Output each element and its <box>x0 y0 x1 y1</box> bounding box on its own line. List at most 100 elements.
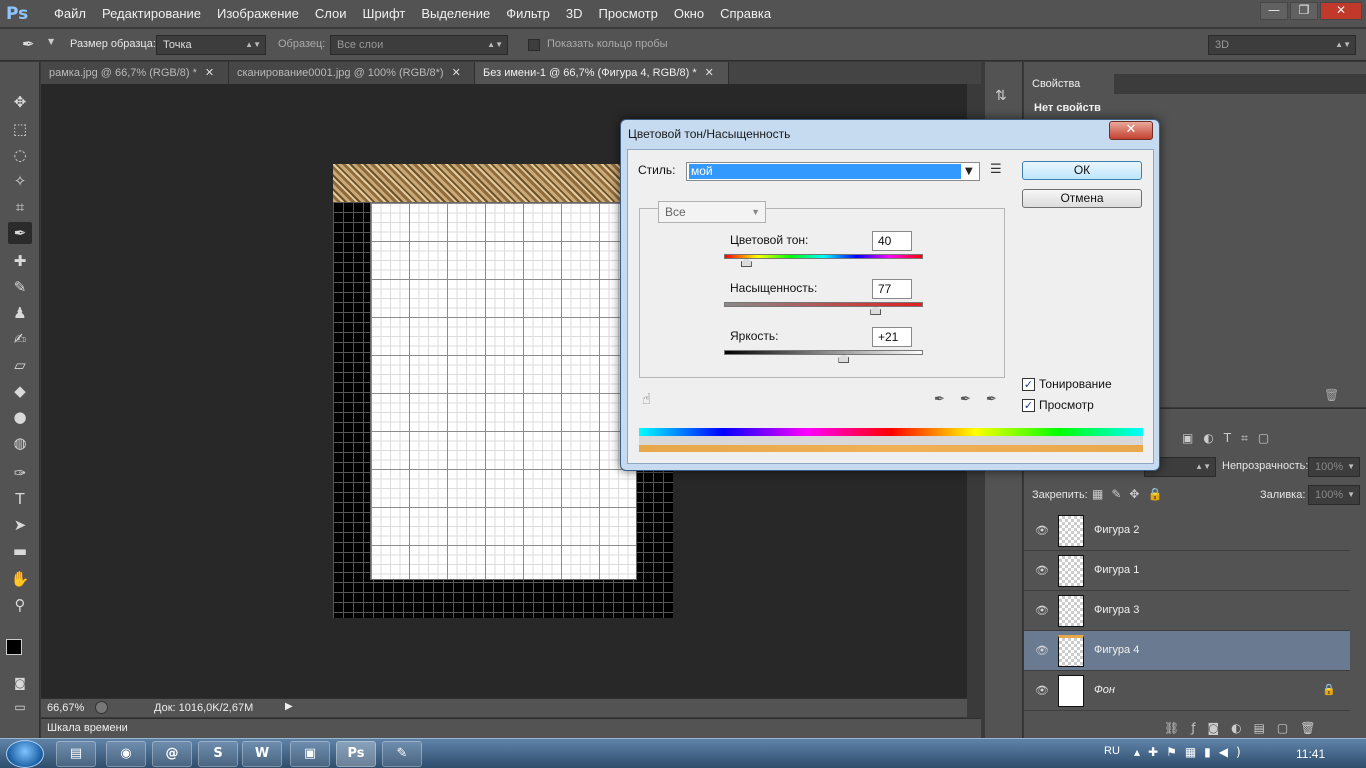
eyedropper-icon[interactable]: ✒ <box>934 392 945 407</box>
menu-3d[interactable]: 3D <box>558 0 591 28</box>
move-tool-icon[interactable]: ✥ <box>8 91 32 113</box>
layer-bottom-actions[interactable]: ⛓ƒ◙◐▤▢🗑 <box>1164 721 1327 735</box>
preview-checkbox[interactable]: ✓ <box>1022 399 1035 412</box>
trash-icon[interactable]: 🗑 <box>1324 388 1339 402</box>
restore-button[interactable]: ❐ <box>1290 2 1318 20</box>
menu-view[interactable]: Просмотр <box>591 0 666 28</box>
eraser-tool-icon[interactable]: ▱ <box>8 354 32 376</box>
blur-tool-icon[interactable]: ● <box>8 406 32 428</box>
lightness-slider-track[interactable] <box>724 350 923 355</box>
menu-select[interactable]: Выделение <box>413 0 498 28</box>
tray-icons[interactable]: ▴✚⚑▦▮◀) <box>1134 745 1249 759</box>
ok-button[interactable]: ОК <box>1022 161 1142 180</box>
menu-filter[interactable]: Фильтр <box>498 0 558 28</box>
eyedropper-tool-icon[interactable]: ✒ <box>22 35 35 53</box>
sample-select[interactable]: Все слои ▲▼ <box>330 35 508 55</box>
stamp-tool-icon[interactable]: ♟ <box>8 302 32 324</box>
menu-help[interactable]: Справка <box>712 0 779 28</box>
layer-row-shape-3[interactable]: 👁 Фигура 3 <box>1024 591 1350 631</box>
photoshop-icon[interactable]: Ps <box>336 741 376 767</box>
language-indicator[interactable]: RU <box>1104 745 1120 757</box>
close-window-button[interactable]: ✕ <box>1320 2 1362 20</box>
brush-tool-icon[interactable]: ✎ <box>8 276 32 298</box>
network-icon[interactable]: @ <box>152 741 192 767</box>
healing-tool-icon[interactable]: ✚ <box>8 250 32 272</box>
zoom-level[interactable]: 66,67% <box>47 702 84 714</box>
bucket-tool-icon[interactable]: ◆ <box>8 380 32 402</box>
cancel-button[interactable]: Отмена <box>1022 189 1142 208</box>
quick-select-tool-icon[interactable]: ✧ <box>8 170 32 192</box>
colorize-checkbox[interactable]: ✓ <box>1022 378 1035 391</box>
eyedropper-plus-icon[interactable]: ✒ <box>960 392 971 407</box>
fill-input[interactable]: 100% ▼ <box>1308 485 1360 505</box>
hue-input[interactable]: 40 <box>872 231 912 251</box>
paint-icon[interactable]: ✎ <box>382 741 422 767</box>
skype-icon[interactable]: S <box>198 741 238 767</box>
opacity-input[interactable]: 100% ▼ <box>1308 457 1360 477</box>
lasso-tool-icon[interactable]: ◌ <box>8 144 32 166</box>
quick-mask-icon[interactable]: ◙ <box>8 672 32 694</box>
tab-properties[interactable]: Свойства <box>1024 74 1114 94</box>
saturation-slider-track[interactable] <box>724 302 923 307</box>
eye-icon[interactable]: 👁 <box>1034 603 1050 619</box>
preset-options-icon[interactable]: ☰ <box>990 162 1002 177</box>
eye-icon[interactable]: 👁 <box>1034 563 1050 579</box>
word-icon[interactable]: W <box>242 741 282 767</box>
eye-icon[interactable]: 👁 <box>1034 683 1050 699</box>
marquee-tool-icon[interactable]: ⬚ <box>8 118 32 140</box>
dodge-tool-icon[interactable]: ◍ <box>8 432 32 454</box>
screen-mode-icon[interactable]: ▭ <box>8 696 32 718</box>
timeline-label[interactable]: Шкала времени <box>47 722 128 734</box>
workspace-select[interactable]: 3D ▲▼ <box>1208 35 1356 55</box>
style-select[interactable]: мой ▼ <box>686 162 980 181</box>
eye-icon[interactable]: 👁 <box>1034 523 1050 539</box>
tool-preset-chevron-icon[interactable]: ▼ <box>48 37 54 46</box>
pen-tool-icon[interactable]: ✑ <box>8 462 32 484</box>
menu-layers[interactable]: Слои <box>307 0 355 28</box>
path-select-tool-icon[interactable]: ➤ <box>8 514 32 536</box>
presentation-icon[interactable]: ▣ <box>290 741 330 767</box>
hue-slider-track[interactable] <box>724 254 923 259</box>
play-icon[interactable]: ▶ <box>285 701 293 712</box>
clock[interactable]: 11:41 <box>1296 747 1325 761</box>
show-ring-checkbox[interactable] <box>528 39 540 51</box>
rectangle-tool-icon[interactable]: ▬ <box>8 540 32 562</box>
eyedropper-tool-icon[interactable]: ✒ <box>8 222 32 244</box>
share-icon[interactable] <box>95 701 108 714</box>
tab-frame-jpg[interactable]: рамка.jpg @ 66,7% (RGB/8) * ✕ <box>41 62 229 84</box>
layer-row-shape-1[interactable]: 👁 Фигура 1 <box>1024 551 1350 591</box>
minimize-button[interactable]: — <box>1260 2 1288 20</box>
layer-row-background[interactable]: 👁 Фон 🔒 <box>1024 671 1350 711</box>
folder-icon[interactable]: ▤ <box>56 741 96 767</box>
eyedropper-minus-icon[interactable]: ✒ <box>986 392 997 407</box>
type-tool-icon[interactable]: T <box>8 488 32 510</box>
chrome-icon[interactable]: ◉ <box>106 741 146 767</box>
tab-scan-jpg[interactable]: сканирование0001.jpg @ 100% (RGB/8*) ✕ <box>229 62 475 84</box>
dialog-close-button[interactable]: ✕ <box>1109 121 1153 140</box>
targeted-adjust-hand-icon[interactable]: ☝ <box>642 390 651 408</box>
lock-icons[interactable]: ▦✎✥🔒 <box>1092 487 1170 501</box>
layer-row-shape-4[interactable]: 👁 Фигура 4 <box>1024 631 1350 671</box>
channel-select[interactable]: Все ▼ <box>658 201 766 223</box>
zoom-tool-icon[interactable]: ⚲ <box>8 594 32 616</box>
history-brush-tool-icon[interactable]: ✍ <box>8 328 32 350</box>
menu-type[interactable]: Шрифт <box>355 0 414 28</box>
layer-row-shape-2[interactable]: 👁 Фигура 2 <box>1024 511 1350 551</box>
layer-filter-icons[interactable]: ▣◐T⌗▢ <box>1182 431 1279 446</box>
start-button[interactable] <box>6 740 44 768</box>
menu-file[interactable]: Файл <box>46 0 94 28</box>
menu-image[interactable]: Изображение <box>209 0 307 28</box>
hand-tool-icon[interactable]: ✋ <box>8 568 32 590</box>
saturation-input[interactable]: 77 <box>872 279 912 299</box>
lightness-input[interactable]: +21 <box>872 327 912 347</box>
tab-untitled-1[interactable]: Без имени-1 @ 66,7% (Фигура 4, RGB/8) * ✕ <box>475 62 729 84</box>
history-panel-icon[interactable]: ⇅ <box>995 88 1007 104</box>
close-icon[interactable]: ✕ <box>452 67 461 79</box>
crop-tool-icon[interactable]: ⌗ <box>8 196 32 218</box>
sample-size-select[interactable]: Точка ▲▼ <box>156 35 266 55</box>
foreground-color-swatch[interactable] <box>6 639 22 655</box>
close-icon[interactable]: ✕ <box>205 67 214 79</box>
menu-edit[interactable]: Редактирование <box>94 0 209 28</box>
eye-icon[interactable]: 👁 <box>1034 643 1050 659</box>
close-icon[interactable]: ✕ <box>705 67 714 79</box>
